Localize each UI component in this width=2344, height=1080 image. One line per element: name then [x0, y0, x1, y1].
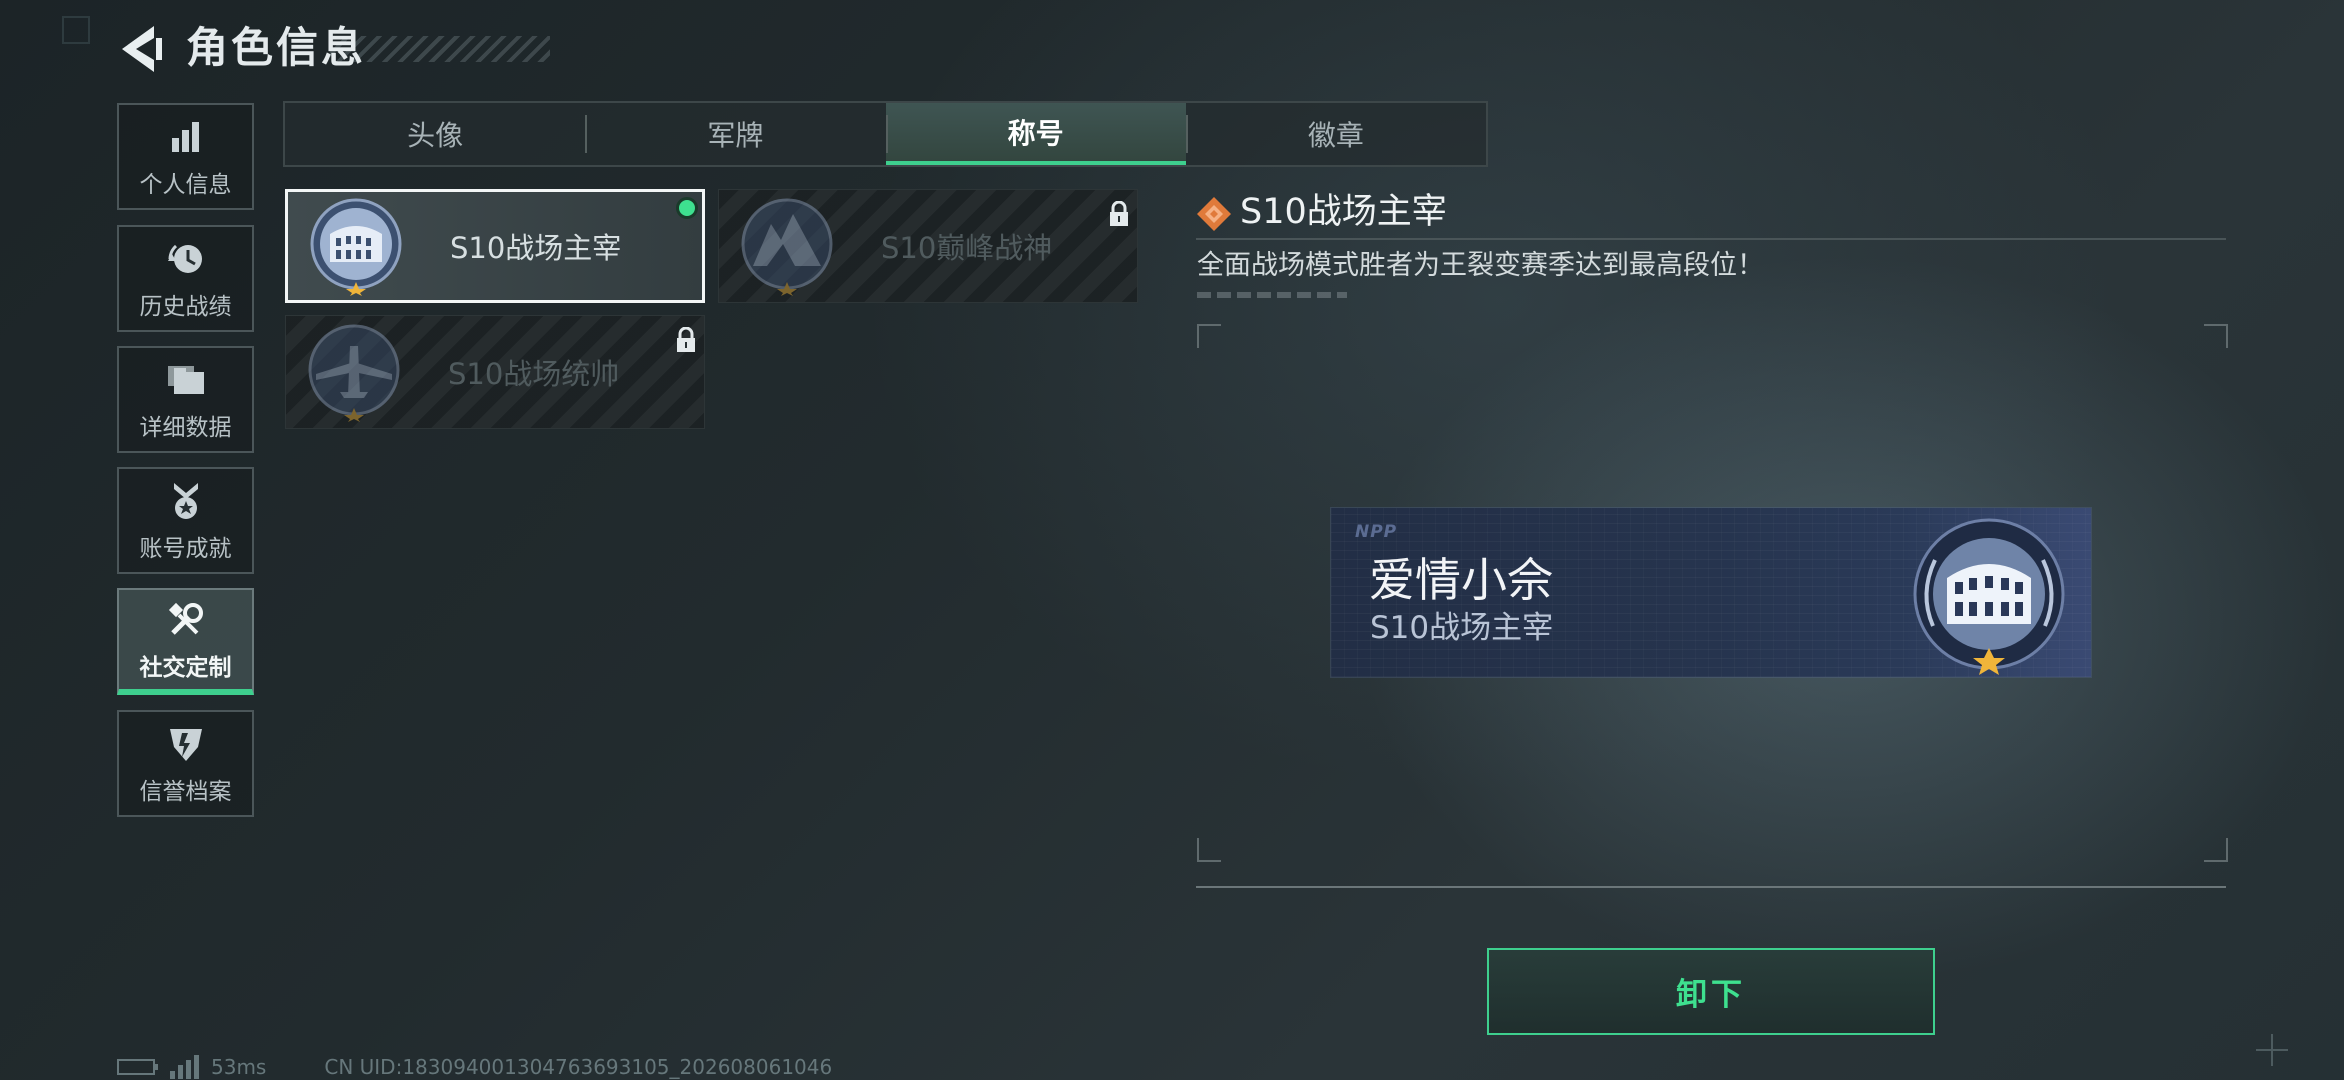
ping-text: 53ms	[211, 1055, 267, 1079]
unequip-button[interactable]: 卸下	[1487, 948, 1935, 1035]
title-card-s10-dominator[interactable]: S10战场主宰	[285, 189, 705, 303]
sidebar-item-label: 详细数据	[139, 414, 232, 441]
chevron-left-icon	[122, 26, 162, 72]
tab-title[interactable]: 称号	[885, 103, 1186, 165]
tab-badge[interactable]: 徽章	[1185, 103, 1486, 165]
divider	[1196, 886, 2226, 888]
tab-avatar[interactable]: 头像	[285, 103, 585, 165]
divider	[1196, 238, 2226, 240]
sidebar-item-label: 个人信息	[139, 171, 232, 198]
nameplate-player-name: 爱情小佘	[1369, 553, 1553, 607]
orange-diamond-icon	[1197, 197, 1231, 231]
tab-dog-tag[interactable]: 军牌	[585, 103, 885, 165]
bar-chart-icon	[164, 115, 208, 159]
sidebar-item-label: 账号成就	[139, 535, 232, 562]
sidebar-item-reputation[interactable]: 信誉档案	[117, 710, 254, 817]
title-card-name: S10战场统帅	[448, 357, 620, 391]
title-card-s10-commander[interactable]: S10战场统帅	[285, 315, 705, 429]
page-title: 角色信息	[186, 23, 367, 72]
sidebar-item-achievements[interactable]: 账号成就	[117, 467, 254, 574]
sidebar-item-label: 历史战绩	[139, 293, 232, 320]
corner-frame-mark	[62, 16, 90, 44]
lock-icon	[1110, 201, 1128, 226]
sidebar-item-label: 社交定制	[139, 654, 232, 681]
status-bar: 53ms CN UID:183094001304763693105_202608…	[117, 1054, 832, 1080]
folders-icon	[164, 358, 208, 402]
crosshair-icon	[2256, 1034, 2288, 1066]
preview-frame-corner	[1197, 324, 1221, 348]
detail-description: 全面战场模式胜者为王裂变赛季达到最高段位！	[1197, 250, 1764, 281]
category-tab-bar: 头像 军牌 称号 徽章	[283, 101, 1488, 167]
title-card-s10-peak-god[interactable]: S10巅峰战神	[718, 189, 1138, 303]
equipped-indicator-dot	[676, 197, 698, 219]
shield-badge-icon	[164, 722, 208, 766]
signal-icon	[170, 1055, 199, 1079]
sidebar-item-label: 信誉档案	[139, 778, 232, 805]
history-clock-icon	[164, 237, 208, 281]
lock-icon	[677, 327, 695, 352]
mountain-medal-icon	[741, 198, 833, 296]
decor-dash-line	[1197, 292, 1347, 298]
detail-title: S10战场主宰	[1240, 192, 1447, 232]
nameplate-logo: NPP	[1355, 522, 1398, 542]
sidebar-item-history[interactable]: 历史战绩	[117, 225, 254, 332]
aircraft-medal-icon	[308, 324, 400, 422]
uid-text: CN UID:183094001304763693105_20260806104…	[324, 1055, 833, 1079]
tools-icon	[164, 598, 208, 642]
battery-icon	[117, 1059, 158, 1075]
sidebar-item-personal-info[interactable]: 个人信息	[117, 103, 254, 210]
back-button[interactable]	[118, 24, 164, 74]
preview-frame-corner	[2204, 838, 2228, 862]
title-card-name: S10巅峰战神	[881, 231, 1053, 265]
colosseum-medal-icon	[310, 198, 402, 296]
colosseum-medal-icon	[1913, 518, 2065, 675]
medal-icon	[164, 479, 208, 523]
sidebar-item-detailed-data[interactable]: 详细数据	[117, 346, 254, 453]
title-card-name: S10战场主宰	[450, 231, 622, 265]
nameplate-preview: NPP 爱情小佘 S10战场主宰	[1331, 508, 2091, 677]
sidebar-item-social-customization[interactable]: 社交定制	[117, 588, 254, 695]
preview-frame-corner	[2204, 324, 2228, 348]
preview-frame-corner	[1197, 838, 1221, 862]
nameplate-title: S10战场主宰	[1370, 610, 1554, 646]
